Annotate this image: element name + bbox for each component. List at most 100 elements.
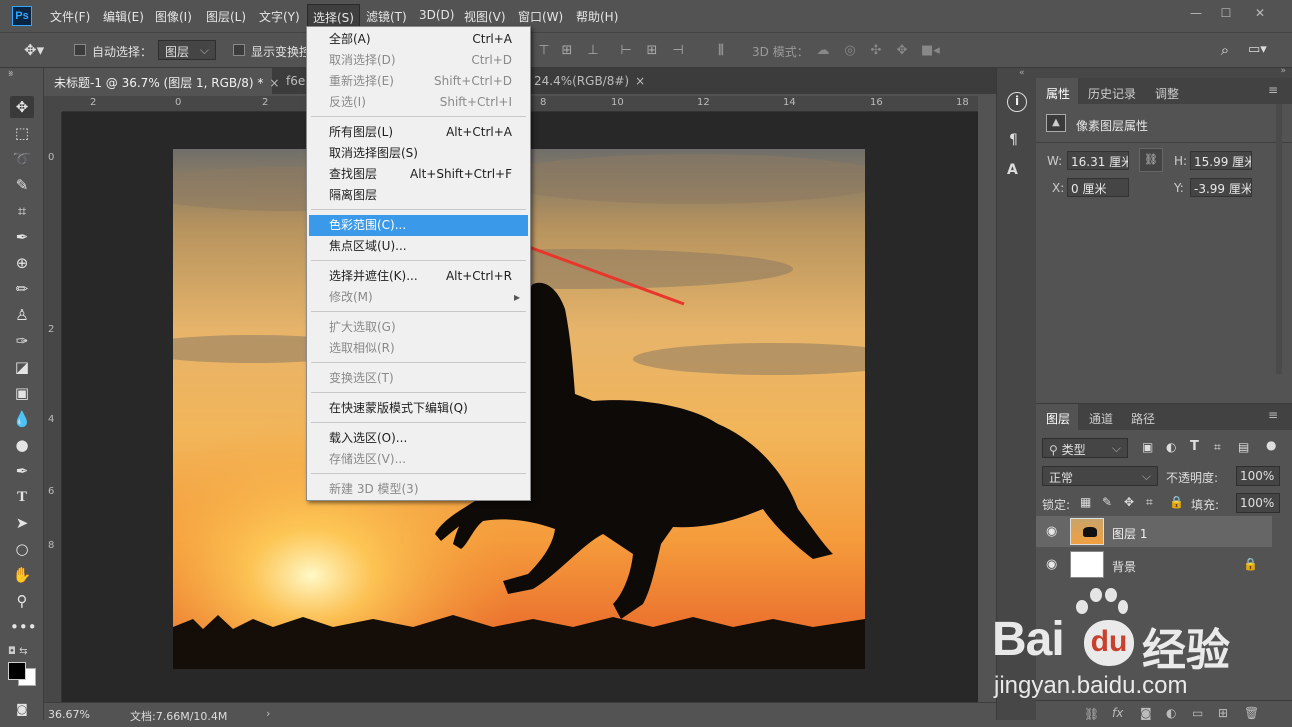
eraser-tool-icon[interactable]: ◪ (10, 356, 34, 378)
ellipse-tool-icon[interactable]: ○ (10, 538, 34, 560)
delete-layer-icon[interactable]: 🗑 (1244, 706, 1259, 720)
blur-tool-icon[interactable]: 💧 (10, 408, 34, 430)
panel-menu-icon[interactable]: ≡ (1268, 83, 1278, 97)
link-icon[interactable]: ⛓ (1139, 148, 1163, 172)
y-field[interactable]: -3.99 厘米 (1190, 178, 1252, 197)
add-mask-icon[interactable]: ◙ (1140, 706, 1152, 720)
opacity-field[interactable]: 100% (1236, 466, 1280, 486)
lock-all-icon[interactable]: 🔒 (1169, 495, 1184, 509)
menu-view[interactable]: 视图(V) (464, 8, 506, 25)
layer-name[interactable]: 图层 1 (1112, 525, 1147, 542)
menu-item-similar[interactable]: 选取相似(R) (309, 338, 528, 359)
menu-item-deselect[interactable]: 取消选择(D) Ctrl+D (309, 50, 528, 71)
maximize-button[interactable]: ☐ (1214, 4, 1238, 22)
collapse-left-icon[interactable]: » (8, 68, 14, 78)
info-icon[interactable]: i (1007, 92, 1027, 112)
visibility-eye-icon[interactable]: ◉ (1046, 557, 1057, 572)
filter-shape-icon[interactable]: ⌗ (1214, 440, 1221, 455)
menu-item-transform-selection[interactable]: 变换选区(T) (309, 368, 528, 389)
blend-mode-dropdown[interactable]: 正常 ⌵ (1042, 466, 1158, 486)
menu-item-isolate-layers[interactable]: 隔离图层 (309, 185, 528, 206)
type-tool-icon[interactable]: T (10, 486, 34, 508)
dodge-tool-icon[interactable]: ● (10, 434, 34, 456)
close-tab-icon[interactable]: × (635, 74, 645, 88)
quick-mask-icon[interactable]: ◙ (10, 698, 34, 720)
menu-item-find-layers[interactable]: 查找图层 Alt+Shift+Ctrl+F (309, 164, 528, 185)
filter-toggle-icon[interactable]: ● (1266, 438, 1276, 452)
menu-image[interactable]: 图像(I) (155, 8, 192, 25)
filter-pixel-icon[interactable]: ▣ (1142, 440, 1153, 454)
marquee-tool-icon[interactable]: ⬚ (10, 122, 34, 144)
doc-tab-active[interactable]: 未标题-1 @ 36.7% (图层 1, RGB/8) * × (44, 68, 279, 94)
width-field[interactable]: 16.31 厘米 (1067, 151, 1129, 170)
align-right-icon[interactable]: ⊣ (671, 44, 685, 58)
collapse-panels-icon[interactable]: » (1280, 66, 1286, 76)
more-tools-icon[interactable]: ••• (10, 616, 37, 638)
menu-filter[interactable]: 滤镜(T) (366, 8, 407, 25)
3d-pan-icon[interactable]: ✣ (869, 44, 883, 58)
menu-item-grow[interactable]: 扩大选取(G) (309, 317, 528, 338)
menu-item-all[interactable]: 全部(A) Ctrl+A (309, 29, 528, 50)
tab-adjustments[interactable]: 调整 (1155, 85, 1179, 102)
menu-item-load-selection[interactable]: 载入选区(O)... (309, 428, 528, 449)
filter-smart-icon[interactable]: ▤ (1238, 440, 1249, 454)
paragraph-icon[interactable]: ¶ (1009, 132, 1018, 148)
menu-file[interactable]: 文件(F) (50, 8, 90, 25)
lock-transparent-icon[interactable]: ▦ (1080, 495, 1091, 509)
move-tool-icon[interactable]: ✥▾ (24, 41, 44, 59)
layer-name[interactable]: 背景 (1112, 558, 1136, 575)
menu-item-new-3d-model[interactable]: 新建 3D 模型(3) (309, 479, 528, 500)
new-group-icon[interactable]: ▭ (1192, 706, 1203, 720)
menu-help[interactable]: 帮助(H) (576, 8, 618, 25)
menu-item-focus-area[interactable]: 焦点区域(U)... (309, 236, 528, 257)
panel-menu-icon[interactable]: ≡ (1268, 408, 1278, 422)
gradient-tool-icon[interactable]: ▣ (10, 382, 34, 404)
path-select-tool-icon[interactable]: ➤ (10, 512, 34, 534)
align-vcenter-icon[interactable]: ⊞ (560, 44, 574, 58)
layer-row[interactable]: ◉ 背景 🔒 (1036, 549, 1272, 580)
menu-item-save-selection[interactable]: 存储选区(V)... (309, 449, 528, 470)
align-top-icon[interactable]: ⊤ (537, 44, 551, 58)
visibility-eye-icon[interactable]: ◉ (1046, 524, 1057, 539)
auto-select-dropdown[interactable]: 图层 ⌵ (158, 40, 216, 60)
minimize-button[interactable]: — (1184, 4, 1208, 22)
menu-select[interactable]: 选择(S) (307, 4, 360, 28)
adjustment-layer-icon[interactable]: ◐ (1166, 706, 1176, 720)
zoom-level[interactable]: 36.67% (48, 708, 90, 721)
fx-icon[interactable]: fx (1112, 706, 1123, 720)
menu-type[interactable]: 文字(Y) (259, 8, 300, 25)
filter-adjust-icon[interactable]: ◐ (1166, 440, 1176, 454)
auto-select-checkbox[interactable] (74, 44, 86, 56)
menu-item-all-layers[interactable]: 所有图层(L) Alt+Ctrl+A (309, 122, 528, 143)
zoom-tool-icon[interactable]: ⚲ (10, 590, 34, 612)
menu-item-deselect-layers[interactable]: 取消选择图层(S) (309, 143, 528, 164)
healing-tool-icon[interactable]: ⊕ (10, 252, 34, 274)
new-layer-icon[interactable]: ⊞ (1218, 706, 1228, 720)
3d-scale-icon[interactable]: ■◂ (921, 44, 940, 58)
filter-type-icon[interactable]: T (1190, 439, 1199, 454)
layer-row[interactable]: ◉ 图层 1 (1036, 516, 1272, 547)
eyedropper-tool-icon[interactable]: ✒ (10, 226, 34, 248)
menu-item-reselect[interactable]: 重新选择(E) Shift+Ctrl+D (309, 71, 528, 92)
brush-tool-icon[interactable]: ✏ (10, 278, 34, 300)
show-transform-checkbox[interactable] (233, 44, 245, 56)
history-brush-tool-icon[interactable]: ✑ (10, 330, 34, 352)
height-field[interactable]: 15.99 厘米 (1190, 151, 1252, 170)
menu-item-inverse[interactable]: 反选(I) Shift+Ctrl+I (309, 92, 528, 113)
search-icon[interactable]: ⌕ (1218, 43, 1232, 58)
lock-position-icon[interactable]: ✥ (1124, 495, 1134, 509)
tab-channels[interactable]: 通道 (1089, 410, 1113, 427)
tab-layers[interactable]: 图层 (1046, 410, 1070, 427)
close-button[interactable]: ✕ (1248, 4, 1272, 22)
stamp-tool-icon[interactable]: ♙ (10, 304, 34, 326)
distribute-icon[interactable]: ⫼ (714, 44, 728, 58)
foreground-color-swatch[interactable] (8, 662, 26, 680)
3d-slide-icon[interactable]: ✥ (895, 44, 909, 58)
menu-layer[interactable]: 图层(L) (206, 8, 246, 25)
lasso-tool-icon[interactable]: ➰ (10, 148, 34, 170)
character-icon[interactable]: A (1007, 162, 1018, 178)
x-field[interactable]: 0 厘米 (1067, 178, 1129, 197)
align-left-icon[interactable]: ⊢ (619, 44, 633, 58)
status-menu-arrow-icon[interactable]: › (266, 707, 270, 720)
move-tool-icon[interactable]: ✥ (10, 96, 34, 118)
